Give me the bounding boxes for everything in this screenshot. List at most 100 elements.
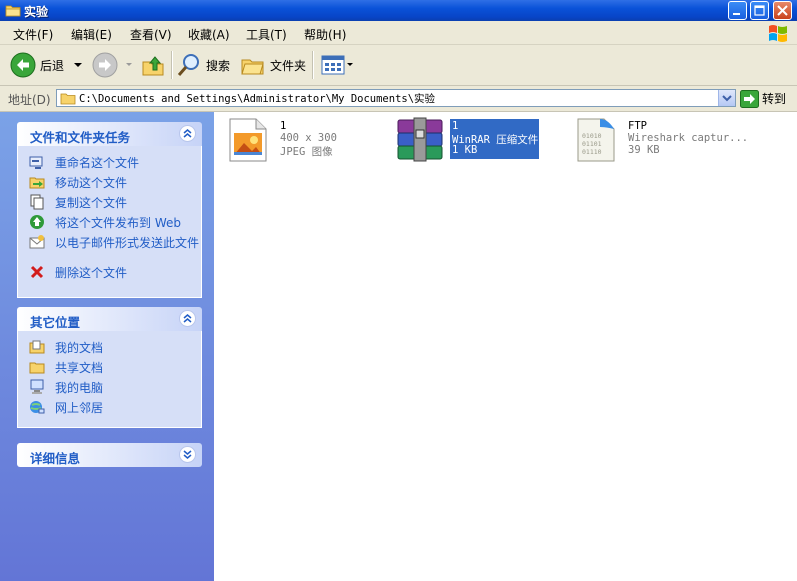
file-size: 39 KB <box>628 144 660 156</box>
folders-icon <box>241 59 264 75</box>
file-name: 1 <box>280 120 287 132</box>
minimize-icon <box>733 13 740 15</box>
windows-logo-icon <box>769 25 787 42</box>
file-list-area: 1 400 x 300 JPEG 图像 1 WinRAR 压缩文件 1 KB 0… <box>214 112 797 581</box>
my-computer-icon <box>30 379 44 394</box>
svg-text:01110: 01110 <box>582 148 602 156</box>
chevron-down-icon <box>183 450 192 459</box>
toolbar: 后退 搜索 文件夹 <box>0 45 797 86</box>
details-panel: 详细信息 <box>17 443 202 467</box>
views-button[interactable] <box>320 51 354 79</box>
details-header[interactable]: 详细信息 <box>17 443 202 467</box>
file-name: FTP <box>628 120 647 132</box>
other-places-header[interactable]: 其它位置 <box>17 307 202 331</box>
file-size: 1 KB <box>452 144 478 156</box>
toolbar-separator <box>171 51 173 79</box>
go-label: 转到 <box>762 92 787 106</box>
panel-title: 文件和文件夹任务 <box>30 130 131 145</box>
file-item[interactable]: 1 400 x 300 JPEG 图像 <box>224 116 354 166</box>
move-icon <box>29 177 45 189</box>
chevron-down-icon[interactable] <box>346 61 354 69</box>
toolbar-separator <box>312 51 314 79</box>
file-tasks-panel: 文件和文件夹任务 重命名这个文件 移动这个文件 复制这个文件 将这个文件发布到 … <box>17 122 202 298</box>
network-places-icon <box>30 401 45 414</box>
chevron-down-icon <box>722 95 732 102</box>
search-label: 搜索 <box>206 58 231 73</box>
file-type: Wireshark captur... <box>628 132 749 144</box>
panel-title: 详细信息 <box>30 451 81 466</box>
window-title: 实验 <box>24 5 49 19</box>
svg-text:01010: 01010 <box>582 132 602 140</box>
place-my-computer[interactable]: 我的电脑 <box>18 379 201 397</box>
place-network[interactable]: 网上邻居 <box>18 399 201 417</box>
task-rename[interactable]: 重命名这个文件 <box>18 154 201 172</box>
go-arrow-icon <box>740 89 759 108</box>
expand-button[interactable] <box>179 446 196 463</box>
file-item[interactable]: 01010 01101 01110 FTP Wireshark captur..… <box>572 116 772 166</box>
up-folder-button[interactable] <box>140 51 166 79</box>
close-icon <box>777 5 788 16</box>
jpeg-image-icon <box>229 118 267 162</box>
back-label: 后退 <box>40 58 65 73</box>
collapse-button[interactable] <box>179 125 196 142</box>
address-dropdown-button[interactable] <box>718 90 735 106</box>
task-move[interactable]: 移动这个文件 <box>18 174 201 192</box>
panel-title: 其它位置 <box>30 315 81 330</box>
other-places-list: 我的文档 共享文档 我的电脑 网上邻居 <box>17 331 202 428</box>
task-publish-web[interactable]: 将这个文件发布到 Web <box>18 214 201 232</box>
task-delete[interactable]: 删除这个文件 <box>18 264 201 282</box>
my-documents-icon <box>29 340 45 354</box>
title-bar: 实验 <box>0 0 797 21</box>
email-icon <box>29 235 45 249</box>
folders-label: 文件夹 <box>270 58 307 73</box>
file-name: 1 <box>452 120 459 132</box>
folders-button[interactable]: 文件夹 <box>240 51 306 79</box>
collapse-button[interactable] <box>179 310 196 327</box>
folder-icon <box>60 93 76 105</box>
address-input[interactable]: C:\Documents and Settings\Administrator\… <box>56 89 736 107</box>
menu-file[interactable]: 文件(F) <box>13 26 53 43</box>
chevron-down-icon[interactable] <box>72 61 84 69</box>
maximize-button[interactable] <box>750 1 769 20</box>
shared-documents-icon <box>29 362 45 374</box>
menu-view[interactable]: 查看(V) <box>130 26 172 43</box>
file-item-selected[interactable]: 1 WinRAR 压缩文件 1 KB <box>396 116 546 166</box>
rename-icon <box>29 156 43 169</box>
menu-edit[interactable]: 编辑(E) <box>71 26 112 43</box>
address-label: 地址(D) <box>8 93 51 107</box>
file-tasks-list: 重命名这个文件 移动这个文件 复制这个文件 将这个文件发布到 Web 以电子邮件… <box>17 146 202 298</box>
place-my-documents[interactable]: 我的文档 <box>18 339 201 357</box>
chevron-down-icon[interactable] <box>124 61 134 69</box>
search-icon <box>177 54 199 76</box>
task-copy[interactable]: 复制这个文件 <box>18 194 201 212</box>
other-places-panel: 其它位置 我的文档 共享文档 我的电脑 网上邻居 <box>17 307 202 428</box>
back-button[interactable]: 后退 <box>10 51 84 79</box>
wireshark-capture-icon: 01010 01101 01110 <box>577 118 615 162</box>
maximize-icon <box>754 5 765 16</box>
publish-web-icon <box>30 215 44 229</box>
views-icon <box>321 55 345 75</box>
go-button[interactable]: 转到 <box>740 89 786 108</box>
address-bar: 地址(D) C:\Documents and Settings\Administ… <box>0 86 797 112</box>
menu-tools[interactable]: 工具(T) <box>246 26 287 43</box>
winrar-archive-icon <box>397 117 443 162</box>
forward-button[interactable] <box>92 51 134 79</box>
file-type: 400 x 300 <box>280 132 337 144</box>
address-path: C:\Documents and Settings\Administrator\… <box>79 93 436 105</box>
close-button[interactable] <box>773 1 792 20</box>
forward-arrow-icon <box>92 52 118 78</box>
menu-favorites[interactable]: 收藏(A) <box>188 26 230 43</box>
task-pane: 文件和文件夹任务 重命名这个文件 移动这个文件 复制这个文件 将这个文件发布到 … <box>0 112 214 581</box>
file-tasks-header[interactable]: 文件和文件夹任务 <box>17 122 202 146</box>
task-email[interactable]: 以电子邮件形式发送此文件 <box>18 234 201 262</box>
folder-icon <box>5 5 21 17</box>
menu-help[interactable]: 帮助(H) <box>304 26 346 43</box>
place-shared-documents[interactable]: 共享文档 <box>18 359 201 377</box>
copy-icon <box>30 194 44 210</box>
delete-icon <box>30 265 44 279</box>
search-button[interactable]: 搜索 <box>176 51 230 79</box>
up-folder-icon <box>142 56 164 76</box>
menu-bar: 文件(F) 编辑(E) 查看(V) 收藏(A) 工具(T) 帮助(H) <box>0 21 797 45</box>
minimize-button[interactable] <box>728 1 747 20</box>
svg-text:01101: 01101 <box>582 140 602 148</box>
